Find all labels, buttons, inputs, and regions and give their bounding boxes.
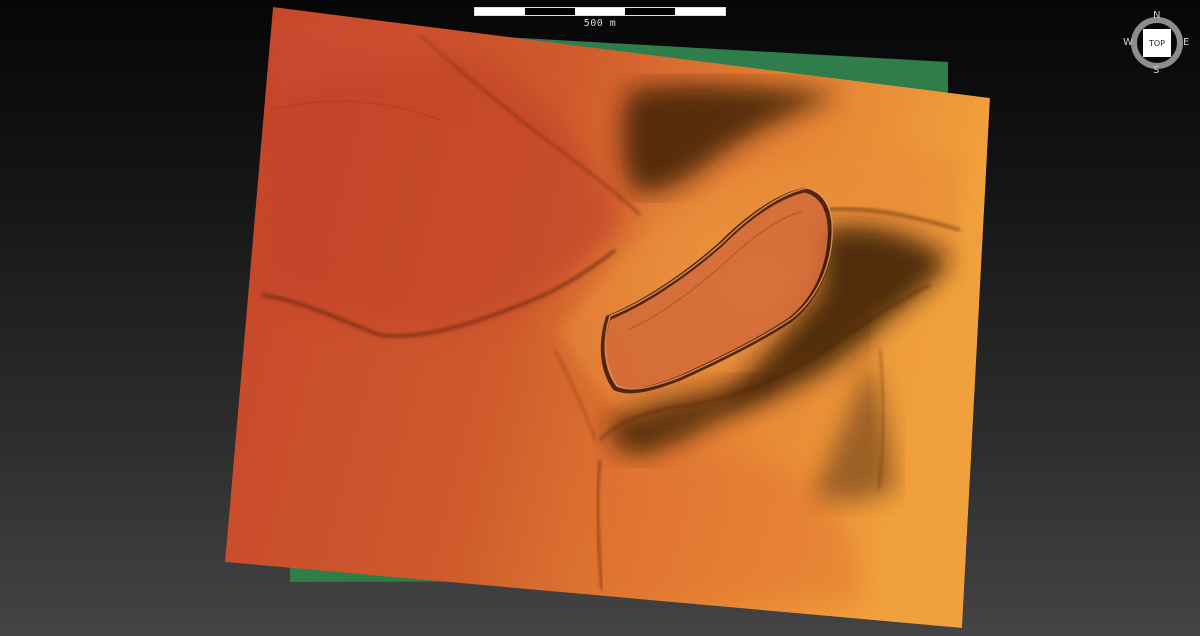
scale-bar: 500 m [474,7,726,31]
scale-segment [575,8,625,15]
top-view-button[interactable]: TOP [1143,29,1171,57]
map-viewport[interactable]: 500 m TOP N S W E [0,0,1200,636]
compass-east-label: E [1183,37,1190,48]
compass-south-label: S [1153,65,1160,76]
scale-segment [625,8,675,15]
scale-segment [475,8,525,15]
compass-west-label: W [1123,37,1133,48]
terrain-canvas[interactable] [0,0,1200,636]
navigation-compass[interactable]: TOP N S W E [1122,8,1192,78]
scale-bar-segments [474,7,726,16]
compass-north-label: N [1153,10,1161,21]
hillshade-terrain [225,7,990,628]
scale-segment [675,8,725,15]
scale-bar-label: 500 m [583,18,617,29]
scale-segment [525,8,575,15]
